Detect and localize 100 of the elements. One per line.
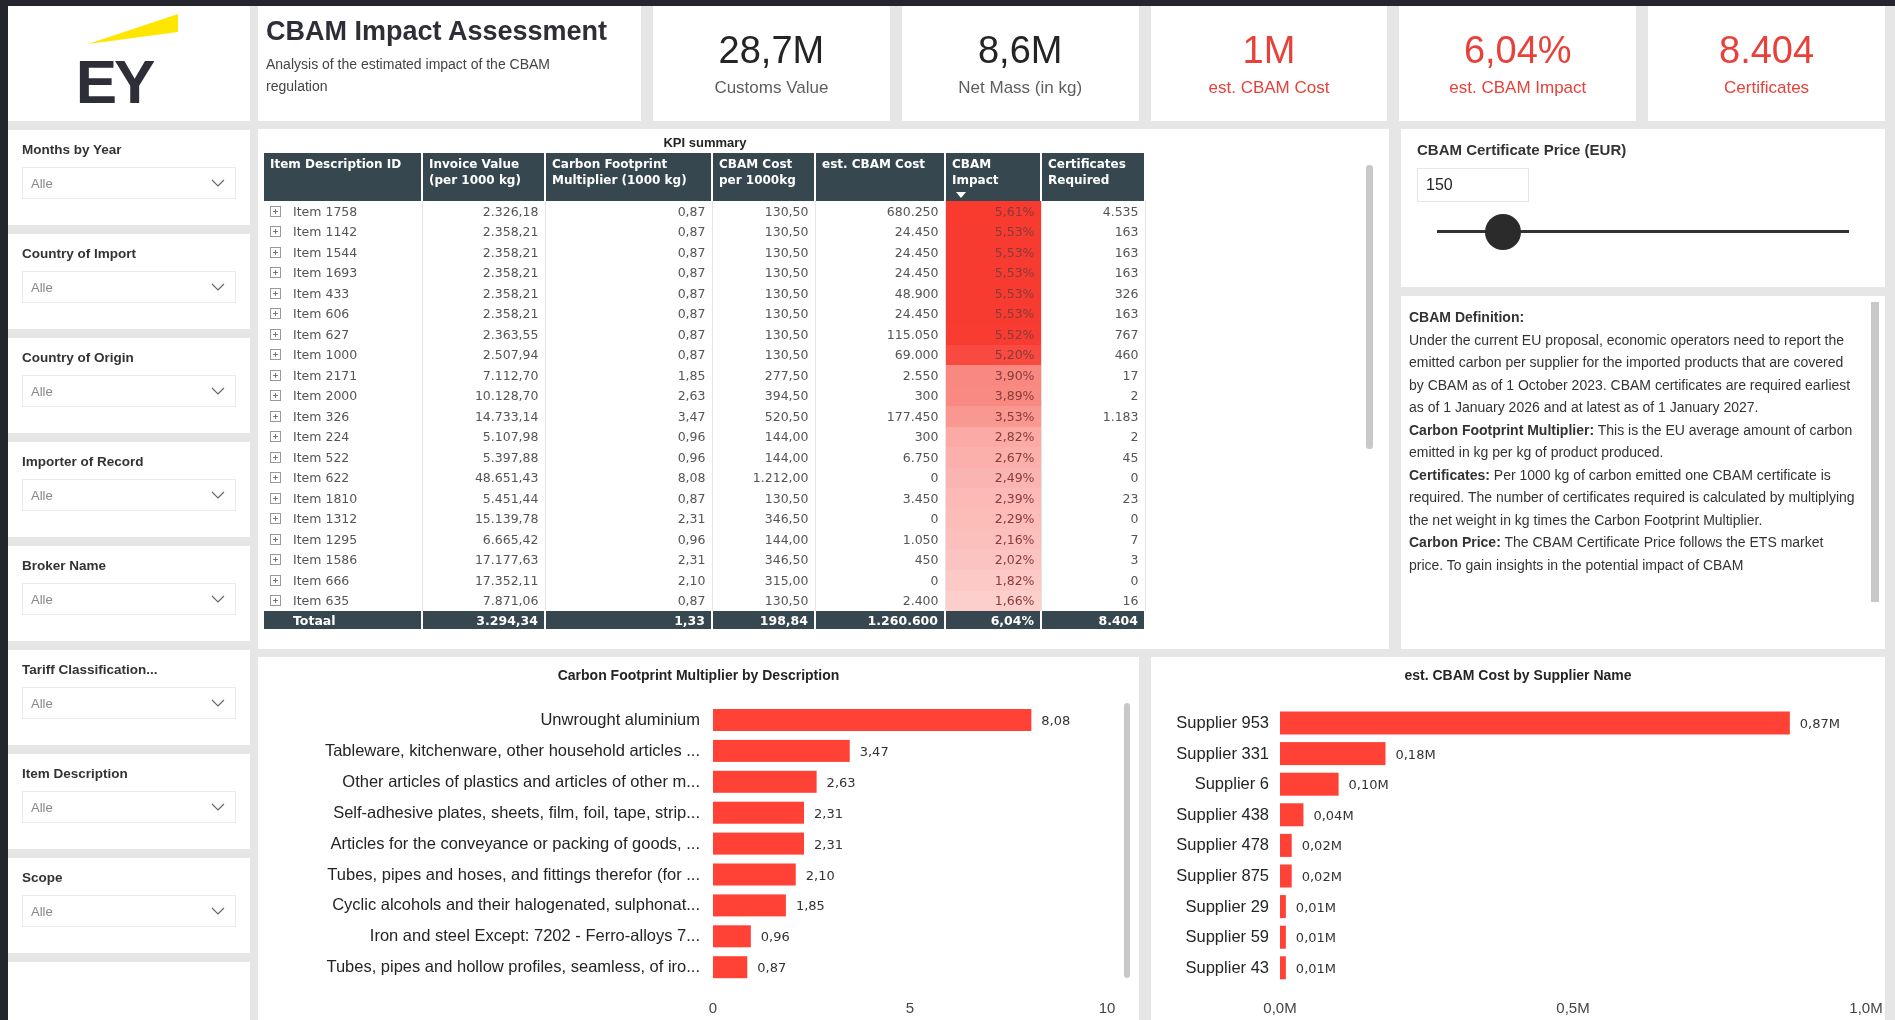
expand-icon[interactable] xyxy=(270,554,281,566)
table-cell: Item 606 xyxy=(264,303,422,324)
tick-label: 10 xyxy=(1098,999,1116,1016)
bar[interactable] xyxy=(1280,833,1292,857)
category-label: Supplier 29 xyxy=(1185,896,1269,915)
column-header[interactable]: CBAM Cost per 1000kg xyxy=(712,153,815,201)
definition-paragraph: Under the current EU proposal, economic operators need to report the emitted carbon per supplier for the imported products that are covered by CBAM as of 1 October 2023. CBAM certificates are required earliest as of 1 January 2026 and at latest as of 1 January 2027. xyxy=(1409,330,1852,417)
kpi-value: 28,7M xyxy=(718,29,825,72)
expand-icon[interactable] xyxy=(270,533,281,545)
data-label: 0,02M xyxy=(1301,838,1342,854)
bar[interactable] xyxy=(713,770,817,793)
table-cell: 0,87 xyxy=(545,303,712,324)
data-label: 1,85 xyxy=(795,898,825,914)
table-cell: 0 xyxy=(1041,508,1145,529)
bar[interactable] xyxy=(1280,742,1386,766)
column-header[interactable]: est. CBAM Cost xyxy=(815,153,945,201)
slider-thumb[interactable] xyxy=(1484,214,1521,250)
price-input-field[interactable]: 150 xyxy=(1417,168,1529,202)
table-cell: 15.139,78 xyxy=(422,508,545,529)
data-label: 0,01M xyxy=(1295,930,1337,946)
table-cell: 48.651,43 xyxy=(422,467,545,488)
table-cell: 144,00 xyxy=(712,529,815,550)
bar[interactable] xyxy=(713,739,850,762)
column-header[interactable]: Invoice Value (per 1000 kg) xyxy=(422,153,545,201)
table-cell: Item 1586 xyxy=(264,549,422,570)
data-label: 2,10 xyxy=(805,867,835,883)
table-cell: 0 xyxy=(1041,570,1145,591)
bar[interactable] xyxy=(713,925,751,948)
column-header[interactable]: Item Description ID xyxy=(264,153,422,201)
dropdown[interactable]: Alle xyxy=(22,791,236,823)
expand-icon[interactable] xyxy=(270,410,281,422)
dropdown[interactable]: Alle xyxy=(22,375,236,407)
expand-icon[interactable] xyxy=(270,328,281,340)
table-cell: 24.450 xyxy=(815,221,945,242)
bar[interactable] xyxy=(713,956,748,979)
bar[interactable] xyxy=(1280,925,1286,949)
expand-icon[interactable] xyxy=(270,369,281,381)
kpi-label: Net Mass (in kg) xyxy=(958,78,1083,98)
bar[interactable] xyxy=(1280,895,1286,919)
expand-icon[interactable] xyxy=(270,205,281,217)
dropdown[interactable]: Alle xyxy=(22,479,236,511)
table-cell: 315,00 xyxy=(712,570,815,591)
expand-icon[interactable] xyxy=(270,349,281,361)
table-cell: 460 xyxy=(1041,344,1145,365)
bar[interactable] xyxy=(1280,772,1339,796)
bar[interactable] xyxy=(1280,956,1286,980)
dropdown[interactable]: Alle xyxy=(22,895,236,927)
expand-icon[interactable] xyxy=(270,390,281,402)
scrollbar[interactable] xyxy=(1124,703,1130,978)
data-label: 0,10M xyxy=(1348,777,1389,793)
table-cell: 2.358,21 xyxy=(422,242,545,263)
data-label: 2,63 xyxy=(826,774,856,790)
table-cell: 450 xyxy=(815,549,945,570)
dropdown[interactable]: Alle xyxy=(22,583,236,615)
table-cell: 300 xyxy=(815,385,945,406)
scrollbar[interactable] xyxy=(1366,165,1373,449)
table-cell: 2,67% xyxy=(945,447,1041,468)
expand-icon[interactable] xyxy=(270,574,281,586)
expand-icon[interactable] xyxy=(270,287,281,299)
price-slider[interactable] xyxy=(1437,214,1849,250)
scrollbar[interactable] xyxy=(1871,302,1879,602)
table-cell: 23 xyxy=(1041,488,1145,509)
table-cell: 130,50 xyxy=(712,303,815,324)
bar[interactable] xyxy=(713,801,804,824)
table-cell: 130,50 xyxy=(712,262,815,283)
expand-icon[interactable] xyxy=(270,492,281,504)
column-header[interactable]: Carbon Footprint Multiplier (1000 kg) xyxy=(545,153,712,201)
category-label: Supplier 59 xyxy=(1185,927,1269,946)
table-cell: 1.050 xyxy=(815,529,945,550)
dropdown[interactable]: Alle xyxy=(22,687,236,719)
table-cell: 2,10 xyxy=(545,570,712,591)
tick-label: 0 xyxy=(708,999,718,1016)
table-cell: 24.450 xyxy=(815,242,945,263)
table-cell: 2 xyxy=(1041,426,1145,447)
expand-icon[interactable] xyxy=(270,595,281,607)
expand-icon[interactable] xyxy=(270,308,281,320)
bar[interactable] xyxy=(1280,803,1304,827)
expand-icon[interactable] xyxy=(270,472,281,484)
expand-icon[interactable] xyxy=(270,226,281,238)
category-label: Tubes, pipes and hollow profiles, seamless, of iro... xyxy=(326,957,700,976)
table-cell: 0,96 xyxy=(545,447,712,468)
table-cell: 0,87 xyxy=(545,242,712,263)
expand-icon[interactable] xyxy=(270,451,281,463)
kpi-label: est. CBAM Cost xyxy=(1208,78,1330,98)
table-cell: 3,53% xyxy=(945,406,1041,427)
column-header[interactable]: CBAM Impact xyxy=(945,153,1041,201)
expand-icon[interactable] xyxy=(270,513,281,525)
table-cell: 7.112,70 xyxy=(422,365,545,386)
dropdown[interactable]: Alle xyxy=(22,167,236,199)
table-cell: Item 666 xyxy=(264,570,422,591)
table-cell: 130,50 xyxy=(712,242,815,263)
table-cell: Item 1810 xyxy=(264,488,422,509)
expand-icon[interactable] xyxy=(270,246,281,258)
expand-icon[interactable] xyxy=(270,267,281,279)
category-label: Other articles of plastics and articles of other m... xyxy=(342,771,700,790)
price-title: CBAM Certificate Price (EUR) xyxy=(1417,141,1628,158)
column-header[interactable]: Certificates Required xyxy=(1041,153,1145,201)
expand-icon[interactable] xyxy=(270,431,281,443)
dropdown[interactable]: Alle xyxy=(22,271,236,303)
table-cell: 5,53% xyxy=(945,283,1041,304)
